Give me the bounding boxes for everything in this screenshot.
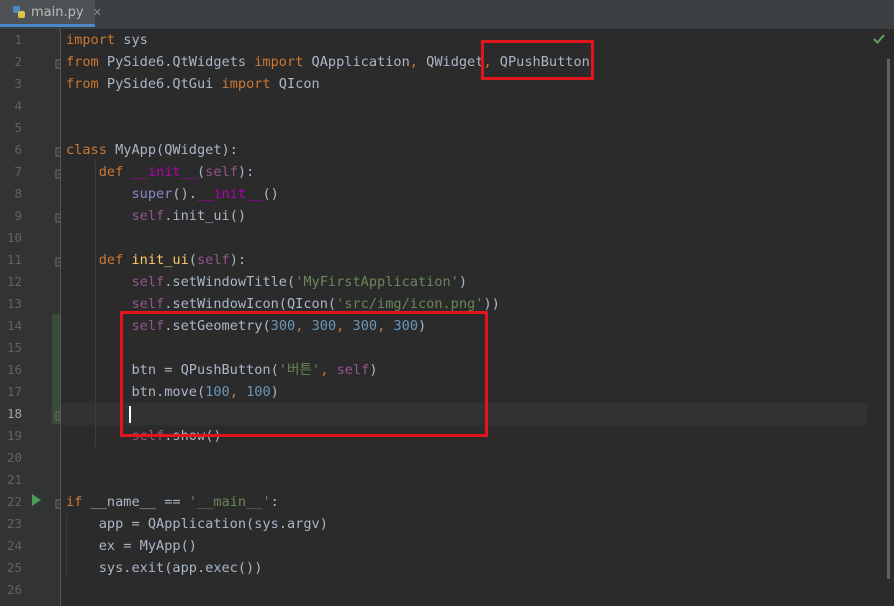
line-number: 12 xyxy=(6,274,22,289)
line-number: 22 xyxy=(6,494,22,509)
code-line[interactable]: ex = MyApp() xyxy=(66,535,197,557)
line-number: 13 xyxy=(6,296,22,311)
line-number: 19 xyxy=(6,428,22,443)
line-number: 6 xyxy=(14,142,22,157)
indent-guide xyxy=(66,513,67,579)
close-icon[interactable]: ✕ xyxy=(93,6,102,19)
code-line[interactable]: self.init_ui() xyxy=(66,205,246,227)
line-number: 26 xyxy=(6,582,22,597)
line-number: 20 xyxy=(6,450,22,465)
line-number: 9 xyxy=(14,208,22,223)
editor-scroll-area[interactable] xyxy=(867,29,894,606)
code-line[interactable]: import sys xyxy=(66,29,148,51)
code-line[interactable]: if __name__ == '__main__': xyxy=(66,491,279,513)
inspection-ok-icon[interactable] xyxy=(873,34,885,44)
line-number: 16 xyxy=(6,362,22,377)
code-line[interactable]: from PySide6.QtGui import QIcon xyxy=(66,73,320,95)
scrollbar[interactable] xyxy=(887,59,890,579)
line-number-gutter[interactable]: 1 2 3 4 5 6 7 8 9 10 11 12 13 14 15 16 17 18 19 20 21 22 23 24 2… xyxy=(0,29,85,606)
line-number: 7 xyxy=(14,164,22,179)
line-number: 25 xyxy=(6,560,22,575)
line-number: 10 xyxy=(6,230,22,245)
code-line[interactable]: self.setWindowTitle('MyFirstApplication'… xyxy=(66,271,467,293)
line-number: 24 xyxy=(6,538,22,553)
indent-guide xyxy=(95,249,96,447)
code-line[interactable]: super().__init__() xyxy=(66,183,278,205)
run-icon[interactable] xyxy=(32,494,41,506)
line-number: 15 xyxy=(6,340,22,355)
line-number: 5 xyxy=(14,120,22,135)
line-number: 3 xyxy=(14,76,22,91)
line-number: 11 xyxy=(6,252,22,267)
code-line[interactable]: app = QApplication(sys.argv) xyxy=(66,513,328,535)
line-number: 1 xyxy=(14,32,22,47)
code-line[interactable]: sys.exit(app.exec()) xyxy=(66,557,263,579)
line-number: 8 xyxy=(14,186,22,201)
line-number: 2 xyxy=(14,54,22,69)
line-number: 18 xyxy=(6,406,22,421)
line-number: 17 xyxy=(6,384,22,399)
code-editor[interactable]: import sys from PySide6.QtWidgets import … xyxy=(61,29,867,606)
line-number: 14 xyxy=(6,318,22,333)
line-number: 21 xyxy=(6,472,22,487)
line-number: 23 xyxy=(6,516,22,531)
python-file-icon xyxy=(12,5,26,19)
vcs-change-marker xyxy=(52,314,60,424)
code-line[interactable]: def init_ui(self): xyxy=(66,249,246,271)
tab-main-py[interactable]: main.py ✕ xyxy=(0,0,102,27)
annotation-box-button-code xyxy=(120,311,488,437)
editor-tab-bar: main.py ✕ xyxy=(0,0,894,30)
line-number: 4 xyxy=(14,98,22,113)
tab-label: main.py xyxy=(31,4,84,20)
annotation-box-import xyxy=(481,40,594,80)
code-line[interactable]: class MyApp(QWidget): xyxy=(66,139,238,161)
